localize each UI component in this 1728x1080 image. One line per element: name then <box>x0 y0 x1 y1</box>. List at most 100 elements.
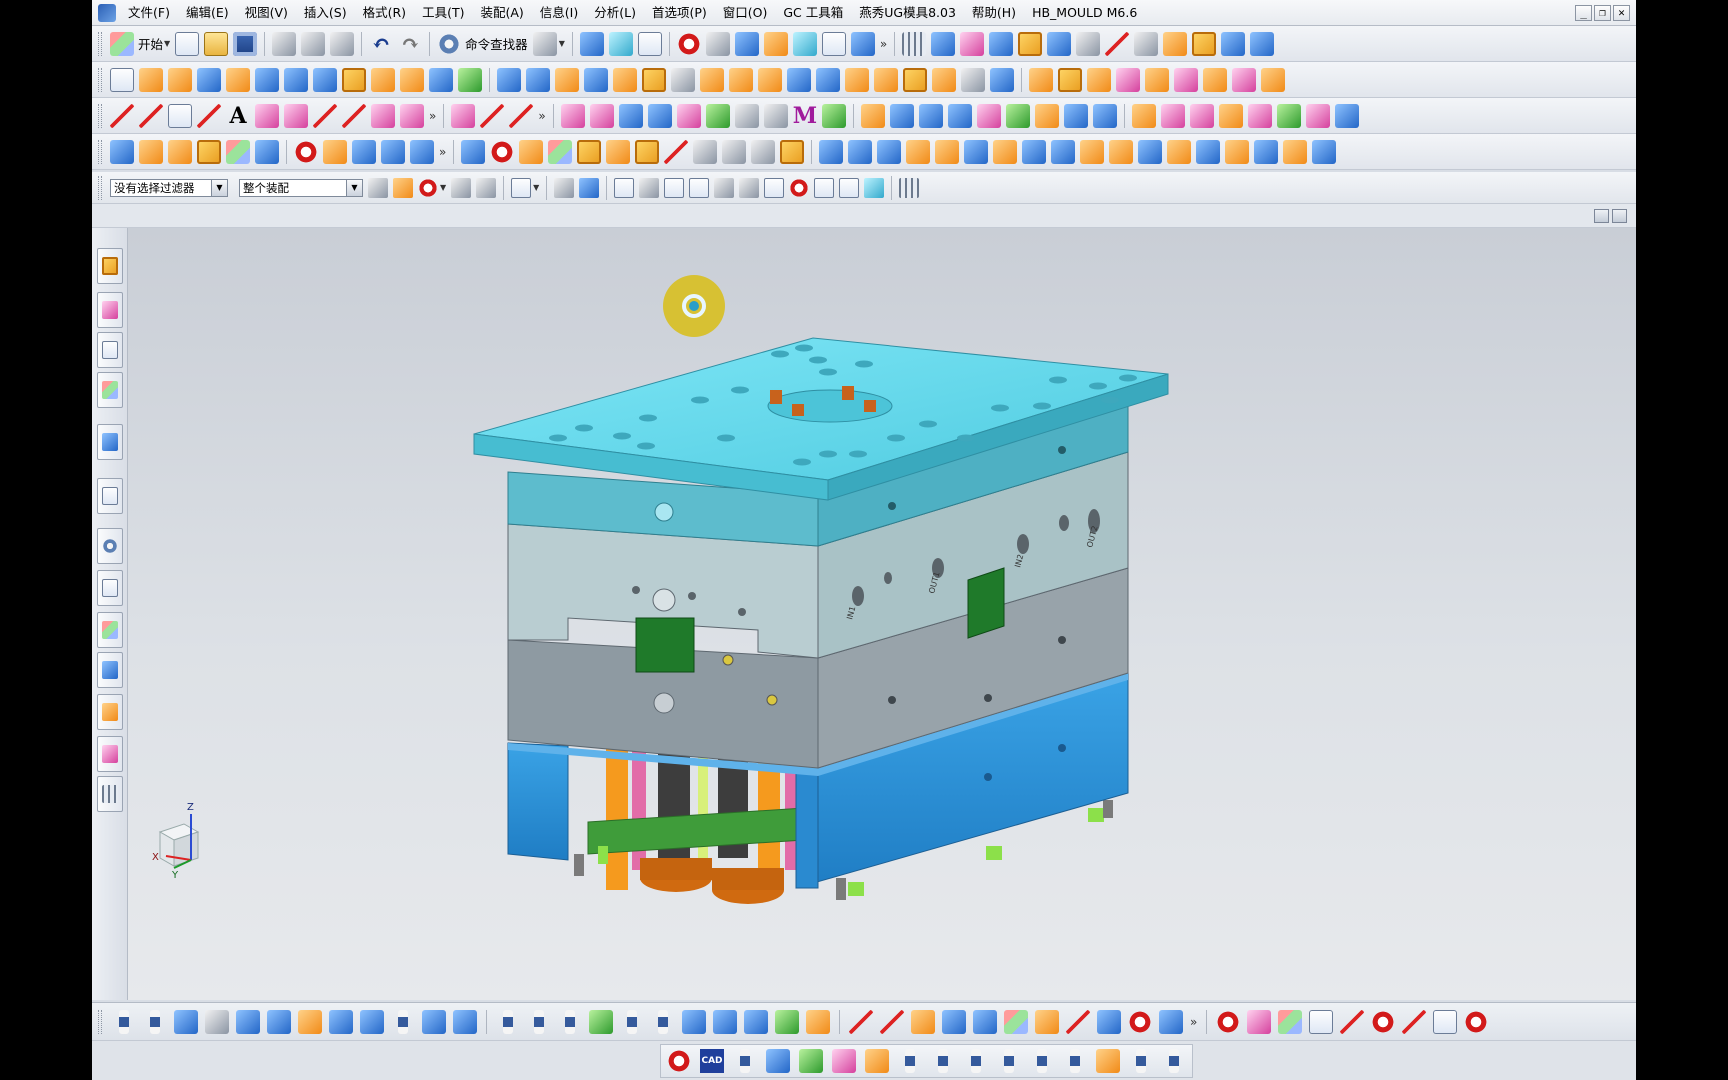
white-cube-icon[interactable] <box>635 139 660 164</box>
rod-c-icon[interactable] <box>971 1049 981 1073</box>
maximize-view-icon[interactable] <box>1612 209 1627 223</box>
studio-surface-icon[interactable] <box>1005 103 1030 128</box>
measure-icon[interactable] <box>139 139 163 164</box>
type-filter-icon[interactable] <box>368 177 388 198</box>
mould-part-icon[interactable] <box>1029 67 1053 92</box>
trimmed-sheet-icon[interactable] <box>1063 103 1088 128</box>
constraint-navigator-tab[interactable] <box>97 292 123 328</box>
menu-tools[interactable]: 工具(T) <box>414 0 472 26</box>
surface-analysis-icon[interactable] <box>1250 31 1275 56</box>
menu-information[interactable]: 信息(I) <box>532 0 586 26</box>
pin-i-icon[interactable] <box>744 1009 768 1034</box>
dimension-icon[interactable] <box>618 103 643 128</box>
enlarge-icon[interactable] <box>1276 103 1301 128</box>
add-component-icon[interactable] <box>989 31 1014 56</box>
menu-help[interactable]: 帮助(H) <box>964 0 1024 26</box>
mould-wizard-icon[interactable] <box>1018 31 1043 56</box>
select-feature-icon[interactable] <box>393 177 413 198</box>
transform-icon[interactable] <box>751 139 776 164</box>
workpiece-icon[interactable] <box>197 139 221 164</box>
rod-e-icon[interactable] <box>1037 1049 1047 1073</box>
sketch-constraint-icon[interactable] <box>560 103 585 128</box>
arc-icon[interactable] <box>139 103 163 128</box>
pin-b-icon[interactable] <box>534 1009 544 1034</box>
route-icon[interactable] <box>942 1009 966 1034</box>
matching-edge-icon[interactable] <box>1218 103 1243 128</box>
redo-icon[interactable]: ↷ <box>398 32 422 56</box>
new-file-icon[interactable] <box>175 31 200 56</box>
menu-edit[interactable]: 编辑(E) <box>178 0 237 26</box>
open-folder-icon[interactable] <box>204 31 229 56</box>
chevron-down-icon[interactable]: ▼ <box>440 183 446 192</box>
work-layer-icon[interactable] <box>850 31 875 56</box>
locate-ring-tool-icon[interactable] <box>298 1009 322 1034</box>
selection-scope-dropdown[interactable]: 整个装配 ▼ <box>239 178 363 197</box>
sprue-icon[interactable] <box>848 139 873 164</box>
menu-window[interactable]: 窗口(O) <box>715 0 776 26</box>
boxes-icon[interactable] <box>780 139 805 164</box>
ejector-icon[interactable] <box>819 139 844 164</box>
pin-a-icon[interactable] <box>503 1009 513 1034</box>
electrode-icon[interactable] <box>1261 67 1285 92</box>
toolbar-grip[interactable] <box>98 67 102 92</box>
rod-a-icon[interactable] <box>905 1049 915 1073</box>
support-pillar-icon[interactable] <box>993 139 1018 164</box>
measure-distance-icon[interactable] <box>1105 31 1130 56</box>
draw-line-icon[interactable] <box>849 1009 873 1034</box>
internet-explorer-tab[interactable] <box>97 424 123 460</box>
menu-analysis[interactable]: 分析(L) <box>586 0 644 26</box>
close-frame-icon[interactable] <box>1464 1009 1489 1034</box>
toolbar-grip[interactable] <box>98 103 102 128</box>
swept-icon[interactable] <box>947 103 972 128</box>
journal-tab[interactable] <box>97 776 123 812</box>
pin-h-icon[interactable] <box>713 1009 737 1034</box>
auto-dimension-icon[interactable] <box>647 103 672 128</box>
cad-icon[interactable]: CAD <box>700 1049 724 1073</box>
history-tab[interactable] <box>97 478 123 514</box>
pin-d-icon[interactable] <box>589 1009 613 1034</box>
move-component-icon[interactable] <box>1047 31 1072 56</box>
cooling-tool-icon[interactable] <box>422 1009 446 1034</box>
restore-button[interactable]: ❐ <box>1594 4 1611 21</box>
cross-section-icon[interactable] <box>1134 31 1159 56</box>
stack-tool-icon[interactable] <box>174 1009 198 1034</box>
tile-window-icon[interactable] <box>1594 209 1609 223</box>
constraint-icon[interactable] <box>931 31 956 56</box>
gate-icon[interactable] <box>255 139 279 164</box>
target-icon[interactable] <box>1128 1009 1152 1034</box>
horizontal-icon[interactable] <box>705 103 730 128</box>
shell-icon[interactable] <box>671 67 695 92</box>
pin-e-icon[interactable] <box>627 1009 637 1034</box>
scale-body-icon[interactable] <box>787 67 811 92</box>
render-icon[interactable] <box>667 1049 691 1073</box>
i-form-icon[interactable] <box>1189 103 1214 128</box>
crosshair-icon[interactable] <box>1371 1009 1396 1034</box>
family-mould-icon[interactable] <box>226 139 250 164</box>
subtract-icon[interactable] <box>497 67 521 92</box>
snap-on-face-icon[interactable] <box>864 177 885 198</box>
selection-filter-dropdown[interactable]: 没有选择过滤器 ▼ <box>110 178 228 197</box>
show-constraints-icon[interactable] <box>589 103 614 128</box>
through-mesh-icon[interactable] <box>918 103 943 128</box>
rectangle-icon[interactable] <box>168 103 192 128</box>
datum-plane-icon[interactable] <box>821 103 846 128</box>
thickness-analysis-icon[interactable] <box>1192 31 1217 56</box>
bom-icon[interactable] <box>1254 139 1279 164</box>
extension-icon[interactable] <box>1092 103 1117 128</box>
lifter-tool-icon[interactable] <box>236 1009 260 1034</box>
plate-tool-icon[interactable] <box>205 1009 229 1034</box>
prohibit-icon[interactable] <box>490 139 515 164</box>
drawing-icon[interactable] <box>1283 139 1308 164</box>
cylinder-feature-icon[interactable] <box>226 67 250 92</box>
toolbar-grip[interactable] <box>98 1009 102 1034</box>
toolbar-grip[interactable] <box>98 139 102 164</box>
cavity-layout-icon[interactable] <box>168 139 192 164</box>
divide-curve-icon[interactable] <box>480 103 505 128</box>
assembly-navigator-tab[interactable] <box>97 248 123 284</box>
snap-existing-point-icon[interactable] <box>814 177 835 198</box>
relations-icon[interactable] <box>676 103 701 128</box>
split-body-icon[interactable] <box>584 67 608 92</box>
thicken-icon[interactable] <box>758 67 782 92</box>
menu-hb-mould[interactable]: HB_MOULD M6.6 <box>1024 0 1145 26</box>
boss-icon[interactable] <box>371 67 395 92</box>
